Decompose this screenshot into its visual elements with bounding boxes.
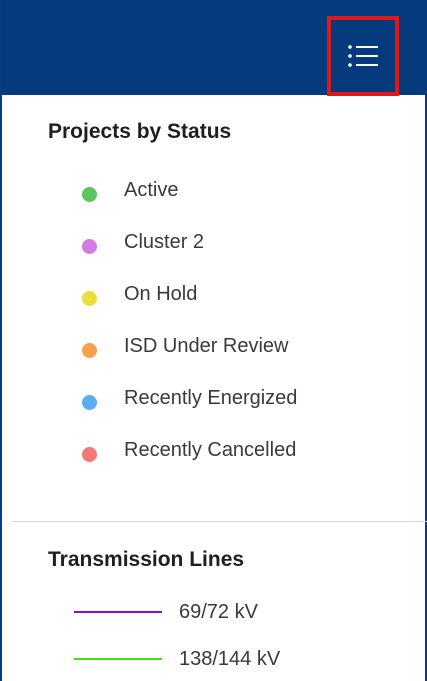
section-divider xyxy=(12,521,427,522)
yellow-dot-icon xyxy=(82,290,97,306)
legend-panel: Projects by Status Active Cluster 2 On H… xyxy=(0,0,427,681)
purple-dot-icon xyxy=(82,238,97,254)
green-line-swatch-icon xyxy=(74,658,162,660)
status-item-recently-cancelled: Recently Cancelled xyxy=(82,436,296,464)
status-label: Recently Cancelled xyxy=(124,438,297,461)
legend-toggle-button[interactable] xyxy=(327,16,399,96)
green-dot-icon xyxy=(82,186,97,202)
status-item-cluster-2: Cluster 2 xyxy=(82,228,204,256)
status-item-active: Active xyxy=(82,176,178,204)
status-item-on-hold: On Hold xyxy=(82,280,197,308)
list-icon xyxy=(348,45,378,67)
line-item-69-72kv: 69/72 kV xyxy=(74,599,258,625)
status-item-isd-under-review: ISD Under Review xyxy=(82,332,289,360)
blue-dot-icon xyxy=(82,394,97,410)
line-label: 138/144 kV xyxy=(179,647,281,670)
line-item-138-144kv: 138/144 kV xyxy=(74,646,280,672)
status-label: Active xyxy=(124,178,179,201)
orange-dot-icon xyxy=(82,342,97,358)
status-label: On Hold xyxy=(124,282,198,305)
red-dot-icon xyxy=(82,446,97,462)
line-label: 69/72 kV xyxy=(179,600,258,623)
status-label: ISD Under Review xyxy=(124,334,289,357)
status-label: Recently Energized xyxy=(124,386,298,409)
status-label: Cluster 2 xyxy=(124,230,205,253)
purple-line-swatch-icon xyxy=(74,611,162,613)
transmission-lines-title: Transmission Lines xyxy=(48,548,245,571)
status-item-recently-energized: Recently Energized xyxy=(82,384,297,412)
projects-by-status-title: Projects by Status xyxy=(48,120,232,143)
